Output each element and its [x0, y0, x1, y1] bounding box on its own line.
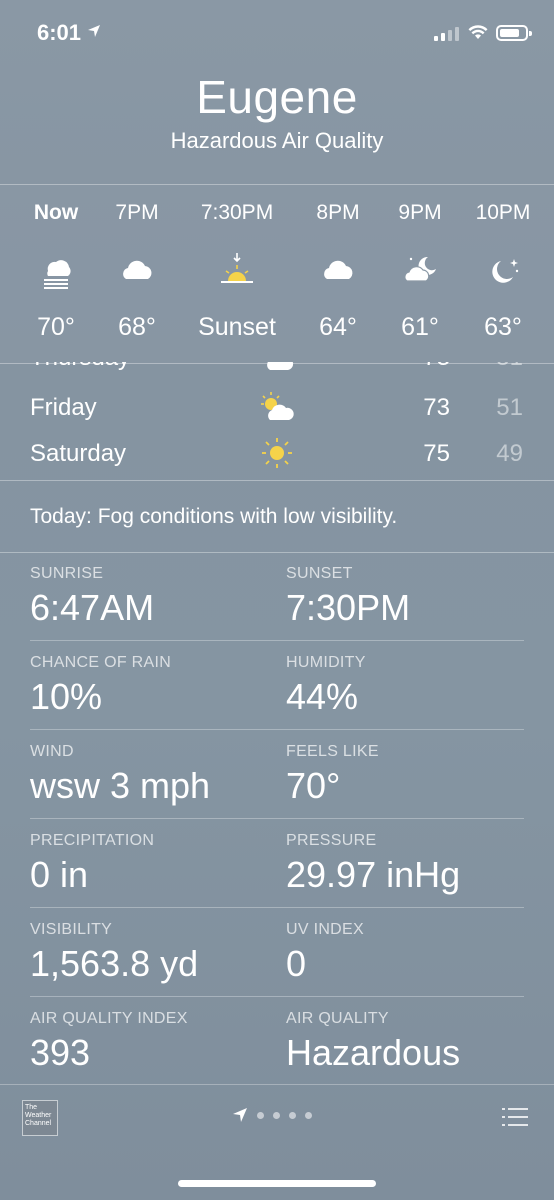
- hour-temp: 63°: [484, 313, 522, 341]
- cellular-signal-icon: [434, 27, 459, 41]
- city-list-icon[interactable]: [502, 1107, 528, 1127]
- detail-label: SUNSET: [286, 565, 353, 582]
- current-location-page-icon: [233, 1108, 247, 1122]
- detail-label: FEELS LIKE: [286, 743, 379, 760]
- partly-cloudy-icon: [258, 362, 298, 379]
- day-name: Thursday: [30, 362, 130, 372]
- detail-label: CHANCE OF RAIN: [30, 654, 172, 671]
- sunset-icon: [177, 251, 297, 291]
- detail-value: 70°: [286, 765, 341, 806]
- detail-label: PRESSURE: [286, 832, 377, 849]
- daily-row: Friday 73 51: [0, 392, 554, 440]
- day-high: 75: [423, 440, 450, 467]
- detail-label: AIR QUALITY: [286, 1010, 389, 1027]
- daily-forecast[interactable]: Thursday 73 51 Friday 73 51 Saturday: [0, 362, 554, 481]
- partly-cloudy-icon: [258, 390, 298, 429]
- hour-temp: Sunset: [198, 313, 276, 341]
- day-high: 73: [423, 394, 450, 421]
- detail-value: wsw 3 mph: [30, 765, 211, 806]
- hour-label: 10PM: [475, 201, 531, 224]
- hour-label: 7:30PM: [200, 201, 274, 224]
- sun-icon: [258, 436, 298, 475]
- battery-icon: [496, 25, 532, 41]
- logo-text: The Weather Channel: [25, 1104, 52, 1127]
- hour-label: 7PM: [115, 201, 159, 224]
- detail-label: PRECIPITATION: [30, 832, 155, 849]
- detail-value: 10%: [30, 676, 103, 717]
- cloud-icon: [87, 251, 187, 291]
- location-arrow-icon: [88, 25, 100, 37]
- current-condition: Hazardous Air Quality: [170, 128, 384, 153]
- status-bar: 6:01: [0, 0, 554, 66]
- detail-value: Hazardous: [286, 1032, 461, 1073]
- detail-label: AIR QUALITY INDEX: [30, 1010, 188, 1027]
- divider: [30, 907, 524, 908]
- detail-row: VISIBILITY 1,563.8 yd UV INDEX 0: [30, 909, 524, 997]
- page-dot[interactable]: [257, 1111, 264, 1119]
- day-low: 51: [455, 362, 523, 372]
- detail-value: 393: [30, 1032, 91, 1073]
- day-name: Friday: [30, 394, 97, 421]
- detail-row: PRECIPITATION 0 in PRESSURE 29.97 inHg: [30, 820, 524, 908]
- divider: [30, 729, 524, 730]
- detail-label: UV INDEX: [286, 921, 364, 938]
- divider: [30, 996, 524, 997]
- daily-row: Thursday 73 51: [0, 362, 554, 390]
- page-indicator[interactable]: [232, 1107, 312, 1123]
- detail-label: SUNRISE: [30, 565, 104, 582]
- divider: [30, 640, 524, 641]
- page-dot[interactable]: [305, 1111, 312, 1119]
- detail-value: 44%: [286, 676, 359, 717]
- detail-row: AIR QUALITY INDEX 393 AIR QUALITY Hazard…: [30, 998, 524, 1086]
- home-indicator[interactable]: [178, 1180, 376, 1187]
- hourly-forecast[interactable]: Now 70° 7PM 68° 7:30PM Sunset 8PM 64° 9P…: [0, 184, 554, 364]
- wifi-icon: [468, 25, 488, 39]
- detail-value: 7:30PM: [286, 587, 411, 628]
- moon-stars-icon: [453, 251, 553, 291]
- page-dot[interactable]: [273, 1111, 280, 1119]
- status-time: 6:01: [37, 20, 82, 45]
- detail-value: 0 in: [30, 854, 89, 895]
- page-dot[interactable]: [289, 1111, 296, 1119]
- detail-row: WIND wsw 3 mph FEELS LIKE 70°: [30, 731, 524, 819]
- detail-label: HUMIDITY: [286, 654, 366, 671]
- day-name: Saturday: [30, 440, 127, 467]
- divider: [30, 818, 524, 819]
- day-high: 73: [380, 362, 450, 372]
- day-low: 49: [496, 440, 523, 467]
- detail-label: VISIBILITY: [30, 921, 113, 938]
- toolbar-divider: [0, 1084, 554, 1085]
- detail-label: WIND: [30, 743, 74, 760]
- detail-row: SUNRISE 6:47AM SUNSET 7:30PM: [30, 553, 524, 641]
- detail-row: CHANCE OF RAIN 10% HUMIDITY 44%: [30, 642, 524, 730]
- daily-row: Saturday 75 49: [0, 438, 554, 480]
- day-low: 51: [496, 394, 523, 421]
- city-name: Eugene: [196, 71, 358, 123]
- detail-value: 1,563.8 yd: [30, 943, 199, 984]
- today-summary: Today: Fog conditions with low visibilit…: [30, 505, 398, 528]
- detail-value: 6:47AM: [30, 587, 155, 628]
- hour-temp: 68°: [118, 313, 156, 341]
- detail-value: 29.97 inHg: [286, 854, 461, 895]
- weather-channel-logo[interactable]: The Weather Channel: [22, 1100, 58, 1136]
- detail-value: 0: [286, 943, 307, 984]
